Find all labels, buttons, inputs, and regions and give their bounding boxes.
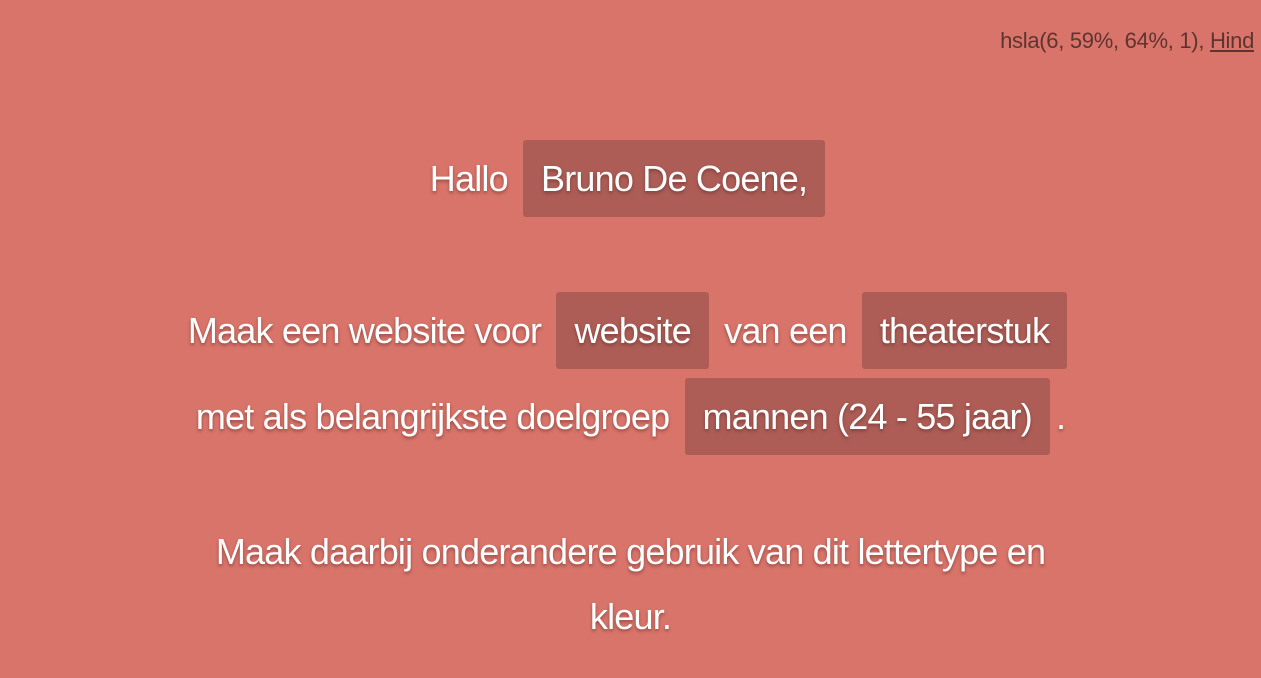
greeting-line: Hallo Bruno De Coene,	[0, 140, 1261, 217]
brief-line-2: met als belangrijkste doelgroep mannen (…	[0, 378, 1261, 455]
project-type-chip[interactable]: website	[556, 292, 709, 369]
brief-text-3: met als belangrijkste doelgroep	[195, 396, 670, 437]
name-chip[interactable]: Bruno De Coene,	[523, 140, 826, 217]
brief-end-period: .	[1055, 396, 1066, 437]
brief-text-2: van een	[724, 310, 847, 351]
brief-line-1: Maak een website voor website van een th…	[0, 292, 1261, 369]
main-content: Hallo Bruno De Coene, Maak een website v…	[0, 0, 1261, 678]
greeting-text: Hallo	[429, 158, 509, 199]
subject-chip[interactable]: theaterstuk	[861, 292, 1068, 369]
instruction-line-1: Maak daarbij onderandere gebruik van dit…	[215, 531, 1046, 572]
brief-text-1: Maak een website voor	[187, 310, 542, 351]
instruction-line-2: kleur.	[589, 596, 672, 637]
audience-chip[interactable]: mannen (24 - 55 jaar)	[684, 378, 1050, 455]
